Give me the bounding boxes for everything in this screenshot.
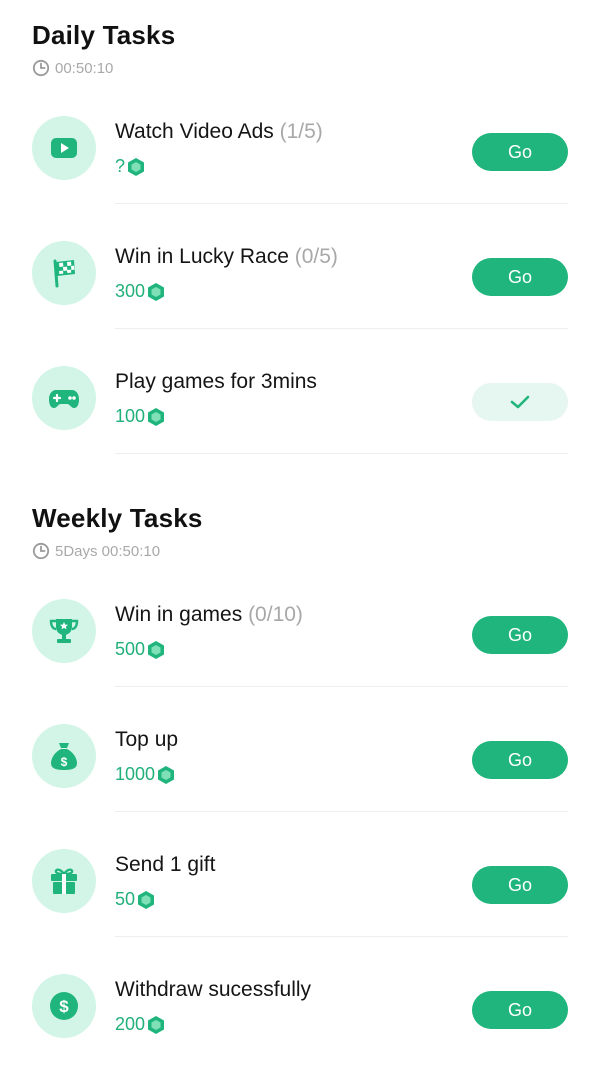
task-icon-bg <box>32 599 96 663</box>
task-icon-bg <box>32 366 96 430</box>
go-button[interactable]: Go <box>472 741 568 779</box>
task-reward: 300 <box>115 281 165 302</box>
clock-icon <box>32 59 50 77</box>
divider <box>115 328 568 329</box>
task-title: Top up <box>115 728 179 751</box>
task-title: Withdraw sucessfully <box>115 978 312 1001</box>
task-progress: (1/5) <box>279 120 323 143</box>
reward-amount: 100 <box>115 406 146 426</box>
completed-button <box>472 383 568 421</box>
svg-text:$: $ <box>61 755 68 769</box>
task-row-win-in-games: Win in games (0/10) 500 Go <box>0 569 600 694</box>
dollar-coin-icon: $ <box>50 992 78 1020</box>
go-button[interactable]: Go <box>472 866 568 904</box>
reward-amount: 300 <box>115 281 146 301</box>
gem-icon <box>138 890 155 909</box>
checkmark-icon <box>510 395 530 409</box>
task-title: Send 1 gift <box>115 853 216 876</box>
task-row-win-lucky-race: Win in Lucky Race (0/5) 300 Go <box>0 211 600 336</box>
gem-icon <box>128 157 145 176</box>
go-button[interactable]: Go <box>472 133 568 171</box>
reward-amount: 1000 <box>115 764 156 784</box>
weekly-timer: 5Days 00:50:10 <box>32 542 160 560</box>
task-title: Win in Lucky Race (0/5) <box>115 245 338 268</box>
task-reward: ? <box>115 156 145 177</box>
gem-icon <box>148 640 165 659</box>
task-icon-bg <box>32 241 96 305</box>
money-bag-icon: $ <box>51 743 77 770</box>
gem-icon <box>148 407 165 426</box>
trophy-icon <box>49 619 79 643</box>
go-button[interactable]: Go <box>472 616 568 654</box>
svg-text:$: $ <box>59 997 69 1016</box>
task-row-play-games: Play games for 3mins 100 <box>0 336 600 461</box>
task-title: Watch Video Ads (1/5) <box>115 120 323 143</box>
gem-icon <box>158 765 175 784</box>
task-icon-bg <box>32 849 96 913</box>
task-reward: 200 <box>115 1014 165 1035</box>
gift-icon <box>51 868 77 894</box>
task-row-top-up: $ Top up 1000 Go <box>0 694 600 819</box>
task-reward: 500 <box>115 639 165 660</box>
daily-timer: 00:50:10 <box>32 59 113 77</box>
reward-amount: 200 <box>115 1014 146 1034</box>
task-progress: (0/5) <box>294 245 338 268</box>
reward-amount: 50 <box>115 889 136 909</box>
task-title: Play games for 3mins <box>115 370 317 393</box>
gem-icon <box>148 1015 165 1034</box>
task-reward: 50 <box>115 889 155 910</box>
task-row-withdraw: $ Withdraw sucessfully 200 Go <box>0 944 600 1069</box>
divider <box>115 936 568 937</box>
task-progress: (0/10) <box>248 603 303 626</box>
weekly-timer-text: 5Days 00:50:10 <box>55 542 161 560</box>
task-icon-bg: $ <box>32 724 96 788</box>
task-title: Win in games (0/10) <box>115 603 303 626</box>
divider <box>115 686 568 687</box>
reward-amount: 500 <box>115 639 146 659</box>
go-button[interactable]: Go <box>472 258 568 296</box>
divider <box>115 203 568 204</box>
daily-timer-text: 00:50:10 <box>55 59 114 77</box>
task-icon-bg <box>32 116 96 180</box>
task-icon-bg: $ <box>32 974 96 1038</box>
gamepad-icon <box>49 390 79 408</box>
video-play-icon <box>51 138 77 158</box>
clock-icon <box>32 542 50 560</box>
task-reward: 100 <box>115 406 165 427</box>
divider <box>115 811 568 812</box>
daily-tasks-title: Daily Tasks <box>32 20 176 50</box>
task-reward: 1000 <box>115 764 175 785</box>
divider <box>115 453 568 454</box>
reward-amount: ? <box>115 156 126 176</box>
task-row-watch-video-ads: Watch Video Ads (1/5) ? Go <box>0 86 600 211</box>
gem-icon <box>148 282 165 301</box>
task-row-send-gift: Send 1 gift 50 Go <box>0 819 600 944</box>
go-button[interactable]: Go <box>472 991 568 1029</box>
checkered-flag-icon <box>53 259 75 288</box>
weekly-tasks-title: Weekly Tasks <box>32 503 203 533</box>
